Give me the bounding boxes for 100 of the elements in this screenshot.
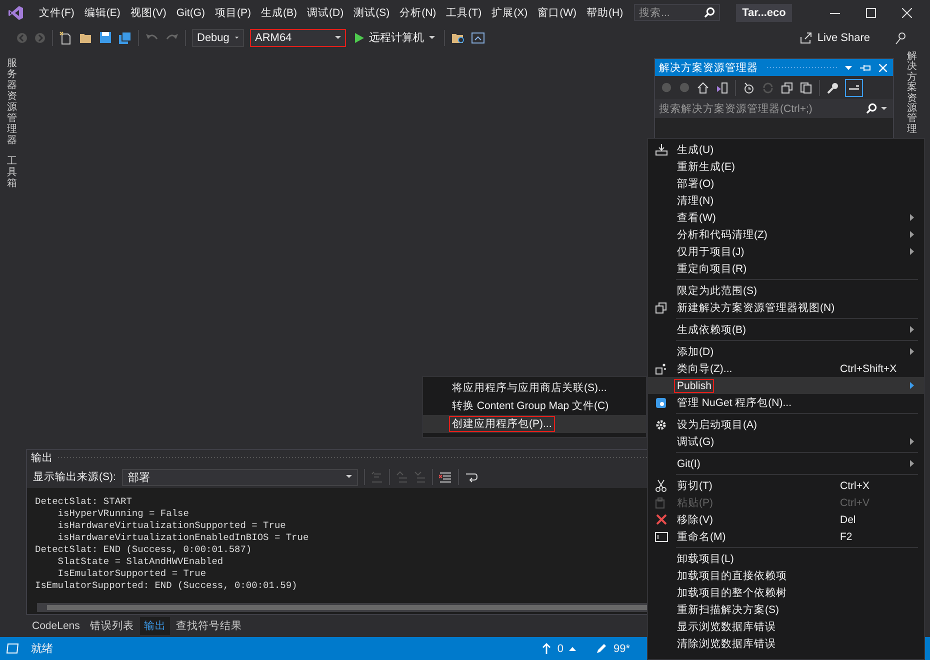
run-button[interactable]: 远程计算机 — [352, 30, 438, 45]
caret-icon — [429, 36, 435, 40]
menu-item[interactable]: 重新生成(E) — [648, 158, 924, 175]
menu-item[interactable]: 移除(V) Del — [648, 511, 924, 528]
output-line: isHyperVRunning = False — [56, 508, 190, 520]
preview-toggle-icon[interactable] — [846, 80, 862, 96]
menu-item[interactable]: 新建解决方案资源管理器视图(N) — [648, 299, 924, 316]
side-tab[interactable]: 解决方案资源管理 — [907, 52, 917, 136]
side-tab[interactable]: 服务器资源管理器 — [7, 58, 17, 146]
menu-item[interactable]: 仅用于项目(J) — [648, 243, 924, 260]
menu-item[interactable]: 测试(S) — [348, 6, 395, 20]
package-icon — [655, 396, 667, 408]
status-count: 99* — [613, 642, 630, 654]
output-line: DetectSlat: END (Success, 0:00:01.587) — [35, 544, 253, 556]
search-field[interactable]: 搜索... — [634, 4, 720, 21]
platform-dropdown[interactable]: ARM64 — [250, 28, 346, 46]
status-text: 就绪 — [31, 642, 53, 656]
menu-item[interactable]: 部署(O) — [648, 175, 924, 192]
menu-item[interactable]: Publish — [648, 377, 924, 394]
build-icon — [654, 144, 668, 156]
new-item-icon[interactable] — [59, 30, 73, 44]
menu-item[interactable]: Git(G) — [171, 6, 210, 18]
panel-tab[interactable]: CodeLens — [28, 618, 84, 634]
browser-window-icon[interactable] — [471, 30, 485, 44]
menu-item[interactable]: 分析(N) — [394, 6, 442, 20]
scissors-icon — [655, 479, 667, 492]
menu-item[interactable]: 生成依赖项(B) — [648, 321, 924, 338]
menu-item[interactable]: 将应用程序与应用商店关联(S)... — [423, 379, 646, 397]
menu-item[interactable]: 设为启动项目(A) — [648, 416, 924, 433]
dropdown-caret-icon[interactable] — [881, 107, 887, 111]
gear-icon — [655, 418, 667, 430]
caret-icon — [235, 36, 239, 40]
panel-tab[interactable]: 输出 — [140, 617, 170, 635]
menu-item[interactable]: 重新扫描解决方案(S) — [648, 601, 924, 618]
close-icon[interactable] — [902, 8, 912, 18]
collapse-all-icon[interactable] — [781, 82, 793, 94]
menu-item[interactable]: 重定向项目(R) — [648, 260, 924, 277]
caret-icon — [346, 475, 352, 479]
menu-item[interactable]: 文件(F) — [34, 6, 80, 20]
panel-tab[interactable]: 查找符号结果 — [172, 617, 246, 635]
play-icon — [355, 32, 364, 42]
output-line: isHardwareVirtualizationSupported = True — [56, 520, 287, 532]
menu-item[interactable]: 显示浏览数据库错误 — [648, 618, 924, 635]
history-clock-icon[interactable] — [743, 82, 755, 94]
menu-item[interactable]: 调试(D) — [302, 6, 349, 20]
visual-studio-logo-icon — [8, 4, 24, 20]
menu-item[interactable]: 限定为此范围(S) — [648, 282, 924, 299]
save-icon[interactable] — [99, 31, 112, 44]
caret-icon — [335, 36, 341, 40]
menu-item[interactable]: 类向导(Z)... Ctrl+Shift+X — [648, 360, 924, 377]
menu-item[interactable]: 帮助(H) — [581, 6, 628, 20]
menu-item[interactable]: 清除浏览数据库错误 — [648, 635, 924, 652]
menu-item[interactable]: 加载项目的直接依赖项 — [648, 567, 924, 584]
output-source-dropdown[interactable]: 部署 — [122, 468, 358, 486]
menu-item[interactable]: 管理 NuGet 程序包(N)... — [648, 394, 924, 411]
output-source-label: 显示输出来源(S): — [33, 470, 116, 484]
menu-item[interactable]: 项目(P) — [210, 6, 256, 20]
word-wrap-icon[interactable] — [464, 471, 478, 483]
windows-icon — [655, 302, 667, 314]
menu-item[interactable]: 重命名(M) F2 — [648, 528, 924, 545]
menu-item[interactable]: 添加(D) — [648, 343, 924, 360]
menu-item[interactable]: 查看(W) — [648, 209, 924, 226]
menu-item[interactable]: 编辑(E) — [79, 6, 126, 20]
dropdown-caret-icon[interactable] — [845, 66, 852, 70]
panel-tab[interactable]: 错误列表 — [86, 617, 138, 635]
caret-icon[interactable] — [569, 646, 576, 650]
wrench-icon[interactable] — [827, 82, 839, 94]
menu-item[interactable]: 创建应用程序包(P)... — [423, 415, 646, 433]
menu-item[interactable]: 分析和代码清理(Z) — [648, 226, 924, 243]
output-window-icon — [6, 643, 19, 654]
live-share-button[interactable]: Live Share — [794, 30, 876, 44]
menu-item[interactable]: 生成(B) — [256, 6, 302, 20]
search-field[interactable]: 搜索解决方案资源管理器(Ctrl+;) — [655, 99, 893, 118]
pencil-icon — [596, 643, 608, 654]
switch-views-icon[interactable] — [716, 82, 728, 94]
maximize-icon[interactable] — [866, 8, 876, 18]
menu-item[interactable]: 调试(G) — [648, 433, 924, 450]
save-all-icon[interactable] — [118, 30, 132, 44]
menu-item[interactable]: 生成(U) — [648, 141, 924, 158]
menu-item[interactable]: 清理(N) — [648, 192, 924, 209]
output-line: isHardwareVirtualizationEnabledInBIOS = True — [56, 532, 310, 544]
menu-item[interactable]: 视图(V) — [125, 6, 172, 20]
pin-icon[interactable] — [860, 64, 871, 72]
output-line: IsEmulatorSupported: END (Success, 0:00:01.59) — [35, 580, 298, 592]
clear-all-icon[interactable] — [438, 471, 452, 483]
menu-item[interactable]: 工具(T) — [441, 6, 487, 20]
menu-item[interactable]: 卸载项目(L) — [648, 550, 924, 567]
class-diagram-icon — [655, 362, 667, 374]
rename-icon — [654, 532, 668, 542]
menu-item[interactable]: 加载项目的整个依赖树 — [648, 584, 924, 601]
window-title: Tar...eco — [736, 4, 792, 22]
configuration-dropdown[interactable]: Debug — [192, 28, 244, 46]
menu-item[interactable]: Git(I) — [648, 455, 924, 472]
side-tab[interactable]: 工具箱 — [7, 156, 17, 189]
menu-item[interactable]: 转换 Content Group Map 文件(C) — [423, 397, 646, 415]
show-all-files-icon[interactable] — [800, 82, 812, 94]
menu-item[interactable]: 剪切(T) Ctrl+X — [648, 477, 924, 494]
menu-item[interactable]: 窗口(W) — [532, 6, 582, 20]
menu-item[interactable]: 扩展(X) — [486, 6, 533, 20]
home-icon[interactable] — [697, 82, 709, 94]
